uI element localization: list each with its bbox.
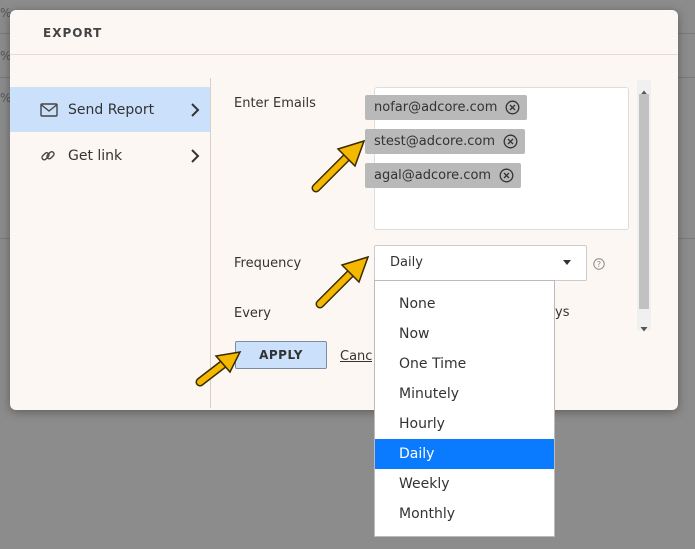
scroll-thumb[interactable]	[639, 94, 649, 309]
dropdown-option-none[interactable]: None	[375, 289, 554, 319]
svg-text:?: ?	[597, 260, 601, 269]
email-chip-text: agal@adcore.com	[374, 168, 492, 183]
export-modal: EXPORT Send Report Get link Enter Emails…	[10, 10, 678, 410]
dropdown-option-hourly[interactable]: Hourly	[375, 409, 554, 439]
sidebar-item-send-report[interactable]: Send Report	[10, 87, 210, 132]
dropdown-option-weekly[interactable]: Weekly	[375, 469, 554, 499]
annotation-arrow-icon	[311, 139, 366, 193]
email-chip: nofar@adcore.com	[365, 95, 528, 120]
chevron-right-icon	[190, 102, 200, 117]
sidebar-item-label: Get link	[68, 147, 123, 164]
chevron-right-icon	[190, 148, 200, 163]
dropdown-option-one-time[interactable]: One Time	[375, 349, 554, 379]
dropdown-option-now[interactable]: Now	[375, 319, 554, 349]
background-percent-mark: %	[0, 91, 12, 105]
frequency-selected-value: Daily	[390, 255, 423, 270]
title-divider	[10, 54, 678, 55]
every-unit-suffix: ys	[555, 305, 570, 320]
frequency-label: Frequency	[234, 256, 302, 271]
link-icon	[40, 148, 62, 164]
caret-down-icon	[562, 256, 572, 271]
background-percent-mark: %	[0, 49, 12, 63]
sidebar-item-label: Send Report	[68, 101, 155, 118]
remove-circle-icon[interactable]	[503, 134, 518, 149]
dropdown-option-daily[interactable]: Daily	[375, 439, 554, 469]
annotation-arrow-icon	[315, 255, 370, 309]
modal-title: EXPORT	[43, 26, 103, 40]
sidebar-item-get-link[interactable]: Get link	[10, 133, 210, 178]
frequency-dropdown-menu: None Now One Time Minutely Hourly Daily …	[374, 280, 555, 537]
dropdown-option-minutely[interactable]: Minutely	[375, 379, 554, 409]
dropdown-option-monthly[interactable]: Monthly	[375, 499, 554, 529]
email-chip-text: stest@adcore.com	[374, 134, 496, 149]
remove-circle-icon[interactable]	[505, 100, 520, 115]
help-icon[interactable]: ?	[593, 255, 605, 274]
frequency-select[interactable]: Daily	[374, 245, 587, 281]
email-chip: agal@adcore.com	[365, 163, 522, 188]
scroll-down-arrow-icon[interactable]	[640, 318, 648, 337]
apply-button[interactable]: APPLY	[235, 341, 327, 369]
background-percent-mark: %	[0, 6, 12, 20]
email-chip: stest@adcore.com	[365, 129, 526, 154]
email-chip-text: nofar@adcore.com	[374, 100, 498, 115]
annotation-arrow-icon	[195, 351, 242, 387]
envelope-icon	[40, 102, 62, 117]
cancel-link[interactable]: Cancel	[340, 349, 372, 364]
remove-circle-icon[interactable]	[499, 168, 514, 183]
emails-label: Enter Emails	[234, 96, 316, 111]
every-label: Every	[234, 306, 271, 321]
scrollbar[interactable]	[637, 80, 651, 332]
